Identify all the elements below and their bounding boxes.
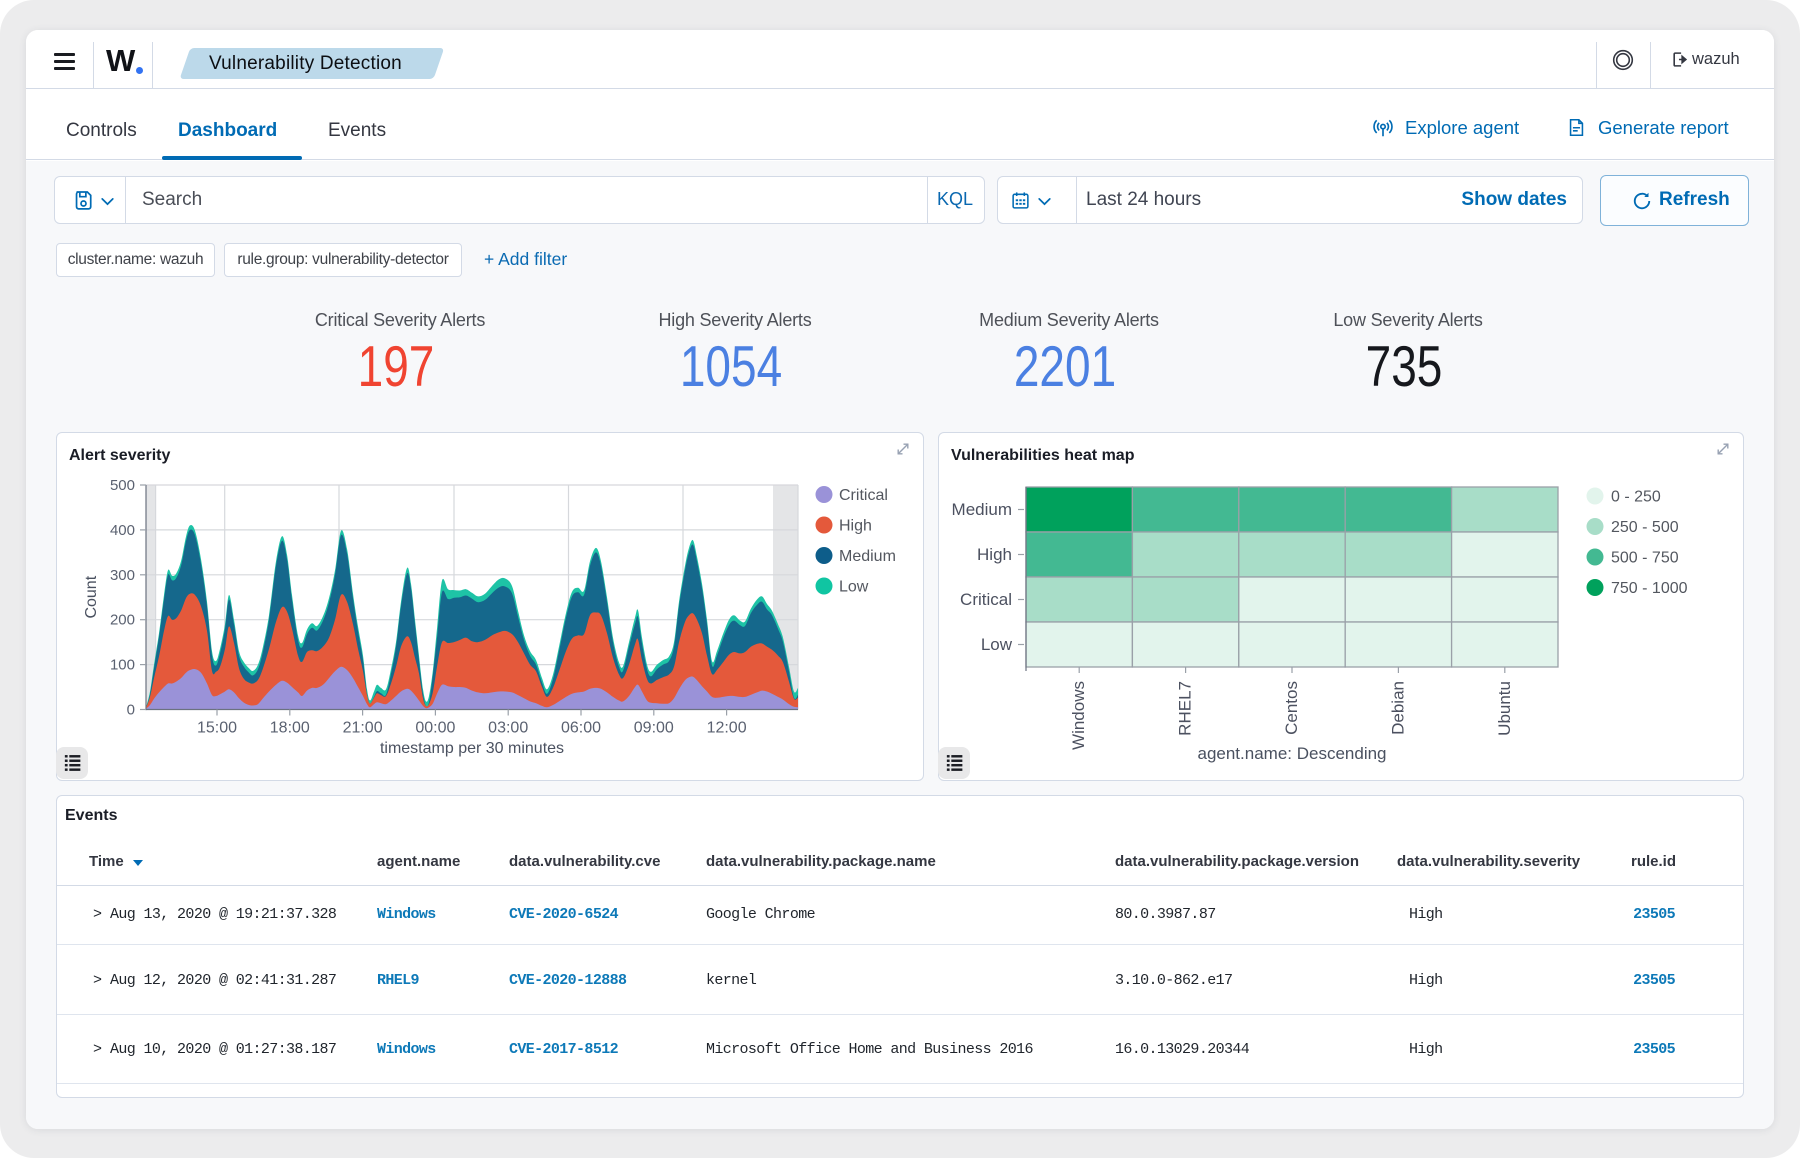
svg-text:15:00: 15:00 (197, 720, 237, 737)
svg-text:0 - 250: 0 - 250 (1611, 489, 1661, 506)
svg-text:300: 300 (110, 567, 135, 584)
svg-text:Windows: Windows (1069, 681, 1088, 750)
svg-text:Centos: Centos (1282, 681, 1301, 735)
svg-text:00:00: 00:00 (415, 720, 455, 737)
svg-text:18:00: 18:00 (270, 720, 310, 737)
svg-text:timestamp per 30 minutes: timestamp per 30 minutes (380, 740, 564, 757)
svg-text:Medium: Medium (839, 548, 896, 565)
svg-text:750 - 1000: 750 - 1000 (1611, 580, 1688, 597)
svg-text:200: 200 (110, 612, 135, 629)
svg-text:21:00: 21:00 (343, 720, 383, 737)
svg-text:agent.name: Descending: agent.name: Descending (1197, 744, 1386, 763)
svg-text:Low: Low (839, 579, 869, 596)
svg-text:06:00: 06:00 (561, 720, 601, 737)
svg-text:Count: Count (83, 575, 100, 618)
svg-text:09:00: 09:00 (634, 720, 674, 737)
svg-text:Low: Low (981, 635, 1013, 654)
svg-text:100: 100 (110, 657, 135, 674)
svg-text:0: 0 (127, 702, 135, 719)
svg-text:Debian: Debian (1388, 681, 1407, 735)
svg-text:Ubuntu: Ubuntu (1495, 681, 1514, 736)
svg-text:500 - 750: 500 - 750 (1611, 550, 1679, 567)
svg-text:RHEL7: RHEL7 (1176, 681, 1195, 736)
svg-text:500: 500 (110, 477, 135, 494)
svg-text:Critical: Critical (960, 590, 1012, 609)
svg-text:Medium: Medium (952, 500, 1012, 519)
svg-text:Critical: Critical (839, 487, 888, 504)
svg-text:High: High (977, 545, 1012, 564)
svg-text:High: High (839, 518, 872, 535)
svg-text:12:00: 12:00 (707, 720, 747, 737)
svg-text:400: 400 (110, 522, 135, 539)
svg-text:03:00: 03:00 (488, 720, 528, 737)
svg-text:250 - 500: 250 - 500 (1611, 519, 1679, 536)
